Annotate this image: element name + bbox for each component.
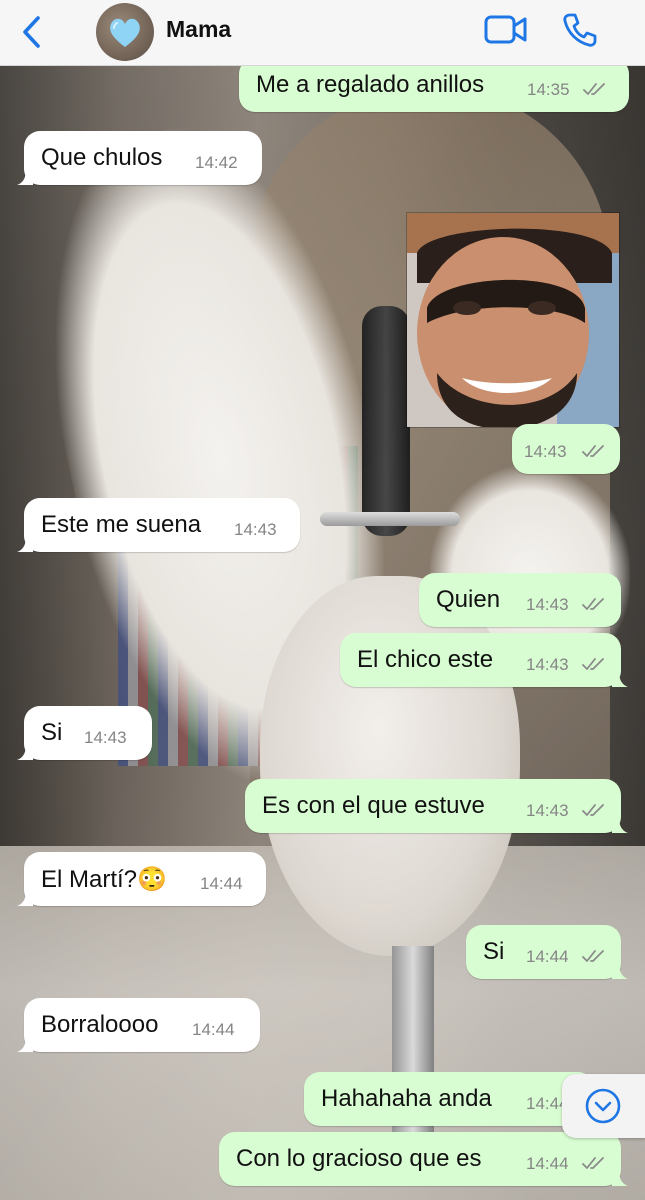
scroll-to-bottom-button[interactable] (562, 1074, 645, 1138)
video-camera-icon (484, 15, 527, 44)
double-check-icon (582, 445, 604, 457)
message-time: 14:44 (526, 947, 569, 966)
message-text: El Martí?😳 (41, 866, 167, 893)
avatar[interactable] (96, 3, 154, 61)
voice-call-button[interactable] (562, 12, 598, 48)
message-time: 14:44 (200, 874, 243, 893)
contact-name[interactable]: Mama (166, 16, 231, 43)
double-check-icon (583, 83, 605, 95)
chevron-down-icon (585, 1088, 621, 1124)
message-bubble-outgoing[interactable]: Es con el que estuve 14:43 (245, 779, 628, 833)
phone-icon (563, 13, 597, 47)
chevron-left-icon (23, 16, 40, 48)
message-bubble-outgoing[interactable]: Si 14:44 (466, 925, 628, 979)
double-check-icon (582, 598, 604, 610)
message-time: 14:43 (526, 595, 569, 614)
chat-header: Mama (0, 0, 645, 66)
message-time: 14:43 (524, 442, 567, 461)
message-text: Borraloooo (41, 1011, 159, 1038)
message-bubble-outgoing[interactable]: Hahahaha anda 14:44 (304, 1072, 594, 1126)
back-button[interactable] (18, 14, 48, 50)
double-check-icon (582, 1157, 604, 1169)
message-time: 14:43 (84, 728, 127, 747)
message-time: 14:44 (526, 1154, 569, 1173)
bubble-tail (17, 536, 33, 552)
message-text: Este me suena (41, 511, 202, 538)
message-text: Hahahaha anda (321, 1085, 492, 1112)
message-text: Si (41, 719, 63, 746)
bubble-tail (17, 1036, 33, 1052)
message-text: El chico este (357, 646, 494, 673)
message-bubble-incoming[interactable]: Si 14:43 (17, 706, 152, 760)
bubble-tail (17, 169, 33, 185)
message-bubble-incoming[interactable]: Borraloooo 14:44 (17, 998, 260, 1052)
message-time: 14:44 (192, 1020, 235, 1039)
message-bubble-outgoing[interactable]: Me a regalado anillos 14:35 (239, 58, 629, 112)
video-call-button[interactable] (484, 14, 528, 46)
selfie-image (407, 213, 619, 427)
message-bubble-outgoing[interactable]: Quien 14:43 (419, 573, 621, 627)
message-time: 14:35 (527, 80, 570, 99)
message-text: Que chulos (41, 144, 163, 171)
message-text: Es con el que estuve (262, 792, 485, 819)
bubble-tail (612, 1170, 628, 1186)
message-text: Con lo gracioso que es (236, 1145, 482, 1172)
message-bubble-incoming[interactable]: El Martí?😳 14:44 (17, 852, 266, 906)
message-text: Si (483, 938, 505, 965)
double-check-icon (582, 804, 604, 816)
bubble-tail (17, 744, 33, 760)
message-text: Me a regalado anillos (256, 71, 485, 98)
bubble-tail (612, 963, 628, 979)
message-time: 14:43 (526, 655, 569, 674)
message-bubble-outgoing-media[interactable]: 14:43 (512, 424, 620, 474)
message-text: Quien (436, 586, 501, 613)
message-time: 14:43 (526, 801, 569, 820)
message-time: 14:42 (195, 153, 238, 172)
message-bubble-outgoing[interactable]: El chico este 14:43 (340, 633, 628, 687)
video-selfie-thumbnail[interactable] (406, 212, 620, 428)
bubble-tail (612, 817, 628, 833)
message-time: 14:43 (234, 520, 277, 539)
message-bubble-incoming[interactable]: Que chulos 14:42 (17, 131, 262, 185)
double-check-icon (582, 950, 604, 962)
blue-heart-icon (110, 18, 140, 47)
message-bubble-outgoing[interactable]: Con lo gracioso que es 14:44 (219, 1132, 628, 1186)
message-bubble-incoming[interactable]: Este me suena 14:43 (17, 498, 300, 552)
bubble-tail (17, 890, 33, 906)
double-check-icon (582, 658, 604, 670)
bubble-tail (612, 671, 628, 687)
